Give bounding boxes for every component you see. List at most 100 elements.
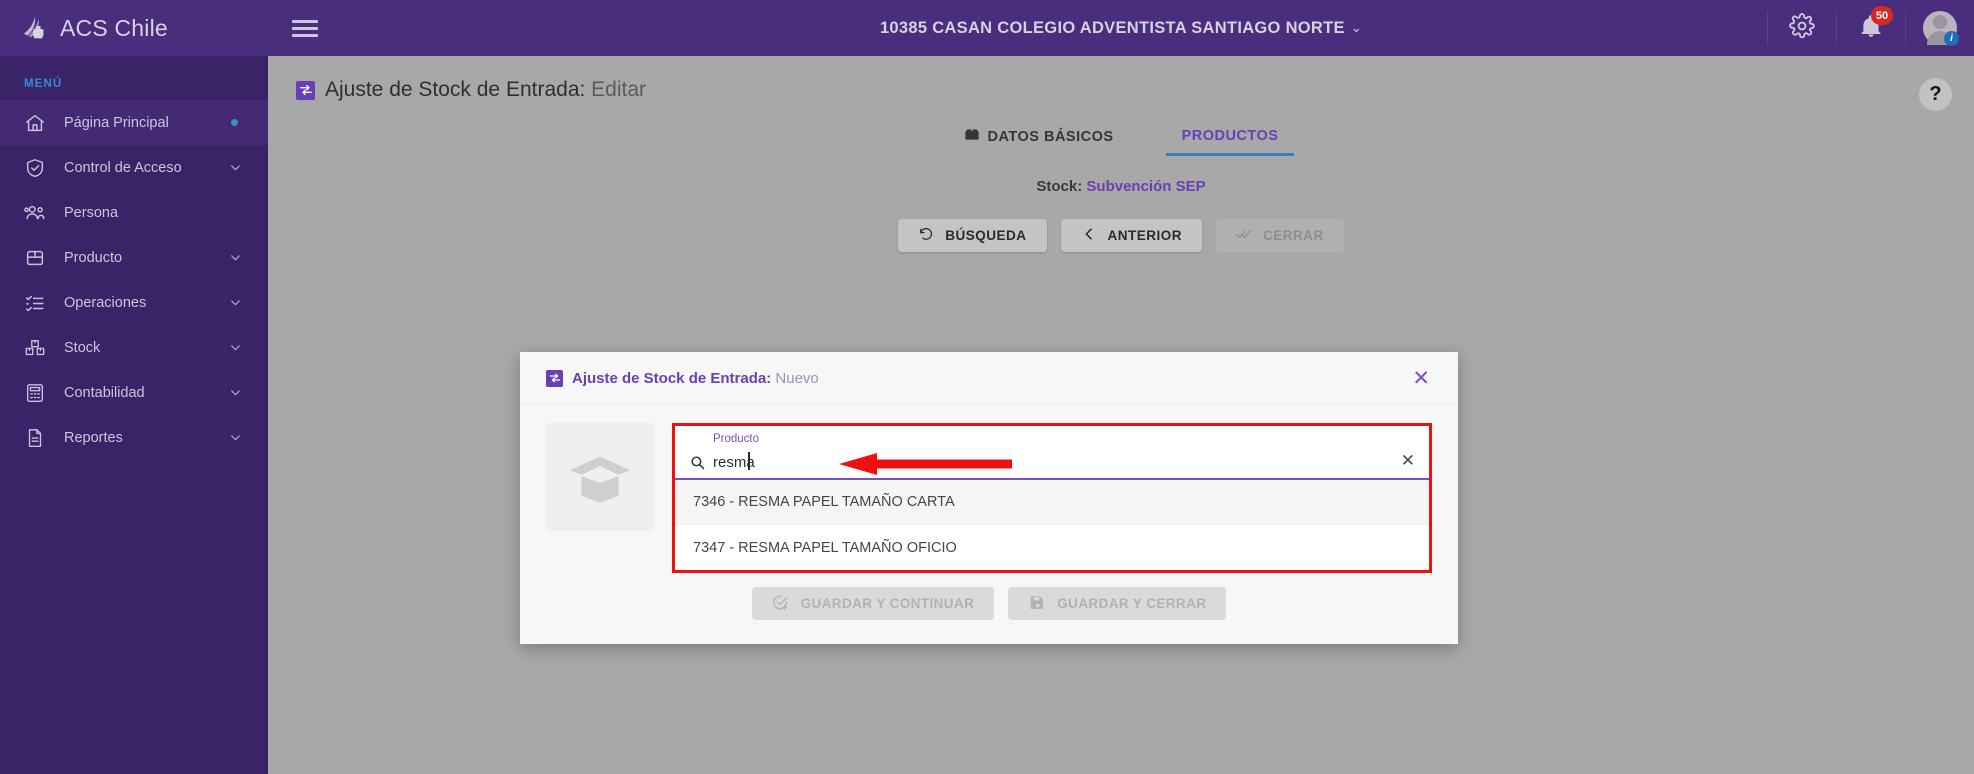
box-icon — [24, 247, 46, 269]
tab-datos-basicos[interactable]: DATOS BÁSICOS — [948, 120, 1130, 156]
modal-title-main: Ajuste de Stock de Entrada: — [572, 369, 772, 387]
chevron-down-icon — [229, 386, 242, 399]
button-label: BÚSQUEDA — [945, 228, 1027, 243]
page-title-main: Ajuste de Stock de Entrada: — [325, 78, 586, 101]
modal-footer: GUARDAR Y CONTINUAR GUARDAR Y CERRAR — [520, 587, 1458, 620]
anterior-button[interactable]: ANTERIOR — [1060, 219, 1202, 252]
settings-button[interactable] — [1768, 0, 1836, 56]
tab-label: PRODUCTOS — [1181, 127, 1279, 144]
product-search-area: Producto ✕ 7346 - RESMA PAPEL TAMAÑO CAR… — [672, 423, 1432, 573]
tab-productos[interactable]: PRODUCTOS — [1165, 120, 1295, 156]
sidebar-item-stock[interactable]: Stock — [0, 325, 268, 370]
shield-check-icon — [24, 157, 46, 179]
chevron-down-icon — [229, 296, 242, 309]
checklist-icon — [24, 292, 46, 314]
sidebar-item-operaciones[interactable]: Operaciones — [0, 280, 268, 325]
stock-adjust-icon — [296, 80, 315, 100]
page-header: Ajuste de Stock de Entrada: Editar — [268, 56, 1974, 102]
button-label: ANTERIOR — [1107, 228, 1182, 243]
stock-value: Subvención SEP — [1086, 178, 1206, 195]
product-search-field[interactable]: Producto ✕ — [675, 426, 1429, 480]
sidebar-item-reportes[interactable]: Reportes — [0, 415, 268, 460]
sidebar-item-label: Control de Acceso — [64, 159, 182, 176]
topbar: 10385 CASAN COLEGIO ADVENTISTA SANTIAGO … — [268, 0, 1974, 56]
open-box-placeholder-icon — [563, 438, 637, 517]
sidebar-item-label: Contabilidad — [64, 384, 145, 401]
tab-bar: DATOS BÁSICOS PRODUCTOS — [268, 120, 1974, 156]
chevron-down-icon: ⌄ — [1350, 20, 1363, 35]
page-title: Ajuste de Stock de Entrada: Editar — [325, 78, 646, 102]
chevron-down-icon — [229, 161, 242, 174]
sidebar-item-label: Stock — [64, 339, 101, 356]
product-thumbnail — [546, 423, 654, 531]
sidebar-menu-label: MENÚ — [24, 78, 63, 90]
check-plus-icon — [772, 594, 789, 614]
people-icon — [24, 202, 46, 224]
button-label: GUARDAR Y CERRAR — [1057, 596, 1207, 611]
modal-title-sub: Nuevo — [775, 369, 819, 387]
org-selector[interactable]: 10385 CASAN COLEGIO ADVENTISTA SANTIAGO … — [268, 19, 1974, 38]
product-options-dropdown: 7346 - RESMA PAPEL TAMAÑO CARTA 7347 - R… — [675, 480, 1429, 570]
brand-header[interactable]: ACS Chile — [0, 0, 268, 56]
button-label: CERRAR — [1263, 228, 1324, 243]
sidebar-item-producto[interactable]: Producto — [0, 235, 268, 280]
sidebar-item-label: Persona — [64, 204, 119, 221]
sidebar-item-label: Página Principal — [64, 114, 169, 131]
sidebar-item-label: Reportes — [64, 429, 123, 446]
product-search-input[interactable] — [713, 454, 1413, 471]
user-avatar-icon: i — [1923, 11, 1959, 46]
highlighted-search-region: Producto ✕ 7346 - RESMA PAPEL TAMAÑO CAR… — [672, 423, 1432, 573]
tab-label: DATOS BÁSICOS — [987, 129, 1114, 145]
stock-label: Stock: — [1036, 178, 1083, 195]
close-icon[interactable]: ✕ — [1404, 364, 1438, 393]
product-field-label: Producto — [713, 433, 760, 445]
chevron-down-icon — [229, 431, 242, 444]
modal-title: Ajuste de Stock de Entrada: Nuevo — [572, 370, 819, 387]
sidebar-item-contabilidad[interactable]: Contabilidad — [0, 370, 268, 415]
chevron-left-icon — [1081, 226, 1097, 245]
sidebar-item-pagina-principal[interactable]: Página Principal — [0, 100, 268, 145]
action-buttons: BÚSQUEDA ANTERIOR CERRAR — [268, 219, 1974, 252]
sidebar-item-label: Operaciones — [64, 294, 147, 311]
sidebar-item-persona[interactable]: Persona — [0, 190, 268, 235]
info-badge-icon: i — [1944, 31, 1959, 46]
text-cursor — [748, 452, 750, 470]
refresh-icon — [918, 226, 934, 245]
active-dot-indicator — [231, 119, 238, 126]
stock-adjust-icon — [546, 369, 563, 387]
hamburger-icon[interactable] — [292, 19, 318, 37]
home-icon — [24, 112, 46, 134]
new-product-modal: Ajuste de Stock de Entrada: Nuevo ✕ Prod… — [520, 352, 1458, 644]
list-item[interactable]: 7346 - RESMA PAPEL TAMAÑO CARTA — [675, 480, 1429, 525]
chevron-down-icon — [229, 251, 242, 264]
document-icon — [24, 427, 46, 449]
guardar-y-continuar-button: GUARDAR Y CONTINUAR — [751, 587, 995, 620]
sidebar: ACS Chile MENÚ Página Principal Control … — [0, 0, 268, 774]
gear-icon — [1789, 12, 1815, 44]
app-root: ACS Chile MENÚ Página Principal Control … — [0, 0, 1974, 774]
notifications-button[interactable]: 50 — [1837, 0, 1905, 56]
modal-body: Producto ✕ 7346 - RESMA PAPEL TAMAÑO CAR… — [520, 405, 1458, 573]
clear-icon[interactable]: ✕ — [1401, 452, 1415, 469]
topbar-actions: 50 i — [1767, 0, 1974, 56]
floppy-disk-icon — [1028, 594, 1045, 614]
busqueda-button[interactable]: BÚSQUEDA — [898, 219, 1047, 252]
list-item[interactable]: 7347 - RESMA PAPEL TAMAÑO OFICIO — [675, 525, 1429, 570]
brand-name: ACS Chile — [60, 14, 168, 41]
basic-data-icon — [964, 127, 980, 147]
sidebar-item-control-de-acceso[interactable]: Control de Acceso — [0, 145, 268, 190]
org-title-text: 10385 CASAN COLEGIO ADVENTISTA SANTIAGO … — [879, 18, 1345, 37]
chevron-down-icon — [229, 341, 242, 354]
acs-flame-logo-icon — [20, 13, 50, 43]
help-button[interactable]: ? — [1919, 78, 1952, 111]
sidebar-item-label: Producto — [64, 249, 123, 266]
button-label: GUARDAR Y CONTINUAR — [800, 596, 975, 611]
page-title-sub: Editar — [591, 78, 647, 101]
notification-badge: 50 — [1871, 6, 1893, 25]
guardar-y-cerrar-button: GUARDAR Y CERRAR — [1008, 587, 1227, 620]
cerrar-button: CERRAR — [1216, 219, 1344, 252]
boxes-stack-icon — [24, 337, 46, 359]
search-icon — [689, 454, 706, 471]
modal-header: Ajuste de Stock de Entrada: Nuevo ✕ — [520, 352, 1458, 405]
profile-button[interactable]: i — [1906, 0, 1974, 56]
